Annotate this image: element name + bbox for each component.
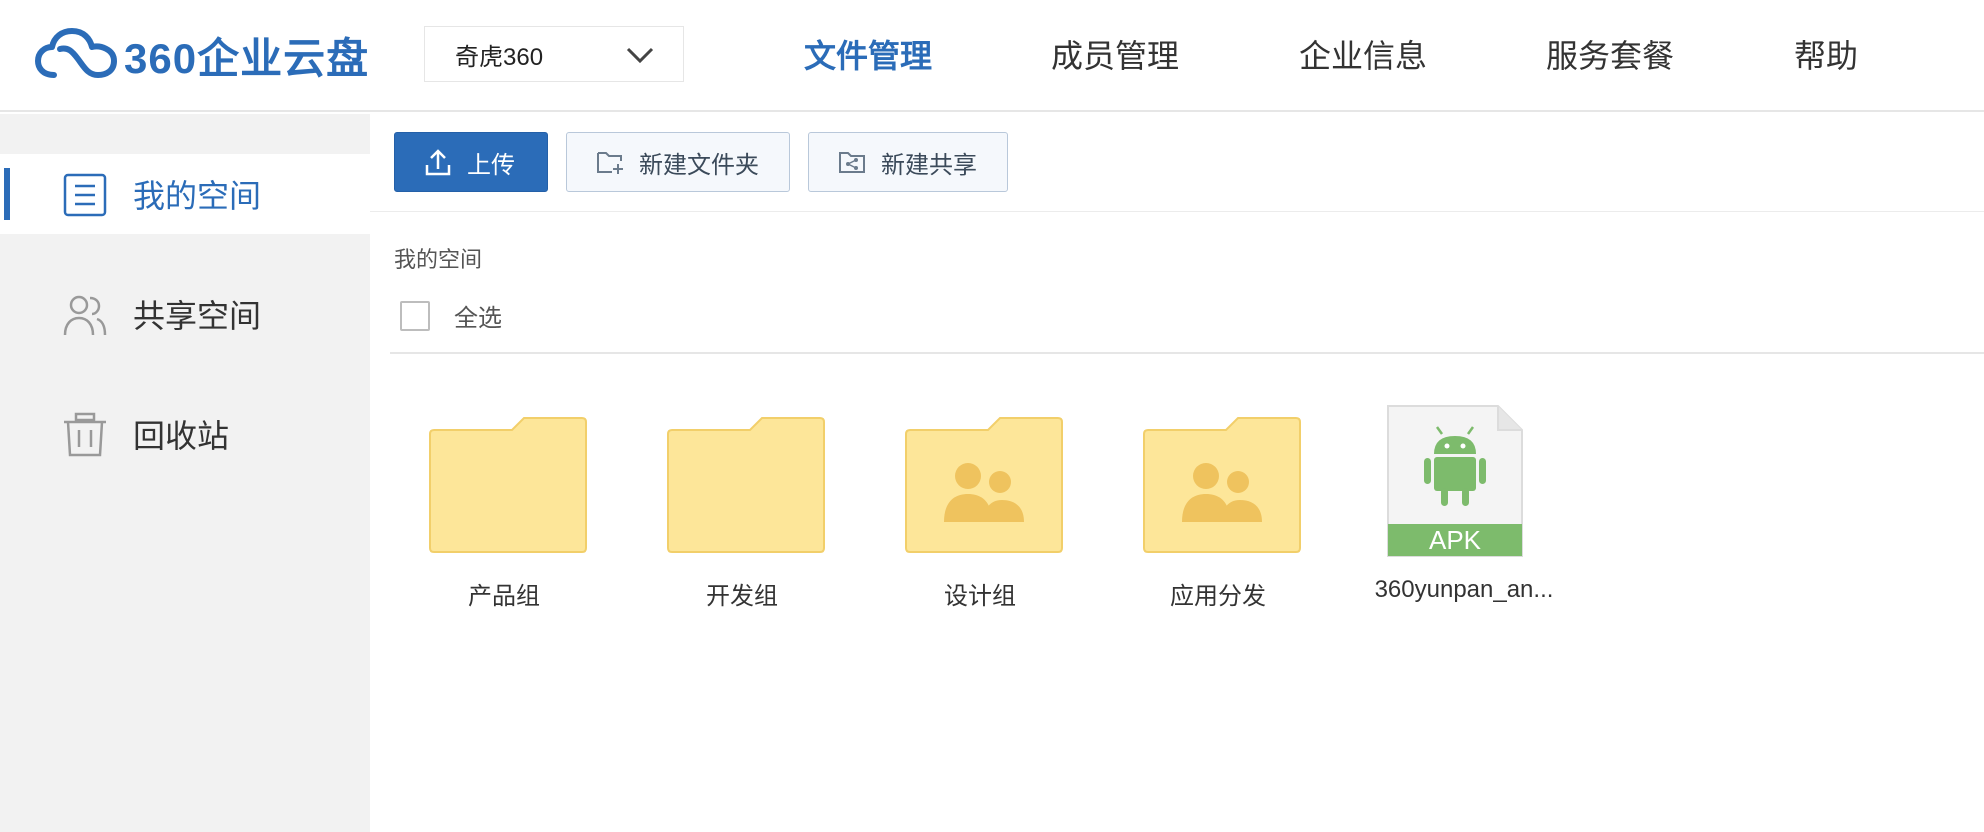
folder-icon bbox=[429, 417, 587, 553]
file-name: 设计组 bbox=[944, 583, 1016, 610]
share-folder-icon bbox=[839, 152, 865, 173]
trash-icon bbox=[64, 412, 106, 457]
upload-label: 上传 bbox=[467, 151, 515, 179]
sidebar-item-label: 回收站 bbox=[133, 418, 230, 454]
file-name: 360yunpan_an... bbox=[1374, 576, 1554, 603]
sidebar-item-label: 共享空间 bbox=[133, 298, 262, 334]
document-list-icon bbox=[63, 173, 107, 217]
logo[interactable]: 360企业云盘 bbox=[34, 22, 394, 88]
file-item-shared-folder[interactable]: 应用分发 bbox=[1118, 404, 1318, 614]
file-item-folder[interactable]: 开发组 bbox=[642, 404, 842, 614]
shared-folder-icon bbox=[905, 417, 1063, 553]
nav-service-plan[interactable]: 服务套餐 bbox=[1546, 0, 1674, 112]
apk-file-icon: APK bbox=[1387, 405, 1523, 557]
nav-file-management[interactable]: 文件管理 bbox=[804, 0, 932, 112]
breadcrumb[interactable]: 我的空间 bbox=[394, 242, 482, 274]
logo-text: 360企业云盘 bbox=[124, 34, 370, 82]
sidebar: 我的空间 共享空间 回收站 bbox=[0, 114, 370, 832]
shared-folder-icon bbox=[1143, 417, 1301, 553]
folder-icon bbox=[667, 417, 825, 553]
nav-help[interactable]: 帮助 bbox=[1794, 0, 1858, 112]
nav-member-management[interactable]: 成员管理 bbox=[1051, 0, 1179, 112]
file-item-shared-folder[interactable]: 设计组 bbox=[880, 404, 1080, 614]
file-name: 开发组 bbox=[706, 583, 778, 610]
upload-button[interactable]: 上传 bbox=[394, 132, 548, 192]
nav-company-info[interactable]: 企业信息 bbox=[1299, 0, 1427, 112]
new-share-button[interactable]: 新建共享 bbox=[808, 132, 1008, 192]
top-header: 360企业云盘 奇虎360 文件管理 成员管理 企业信息 服务套餐 帮助 bbox=[0, 0, 1984, 112]
select-all-checkbox[interactable] bbox=[400, 300, 430, 331]
file-name: 应用分发 bbox=[1170, 583, 1266, 610]
sidebar-item-my-space[interactable]: 我的空间 bbox=[0, 154, 370, 234]
sidebar-item-shared-space[interactable]: 共享空间 bbox=[0, 274, 370, 354]
org-select-value: 奇虎360 bbox=[455, 43, 544, 71]
select-all-label: 全选 bbox=[454, 305, 502, 332]
sidebar-item-label: 我的空间 bbox=[133, 178, 262, 214]
users-icon bbox=[63, 295, 107, 336]
toolbar: 上传 新建文件夹 新建共享 bbox=[370, 114, 1984, 212]
new-folder-label: 新建文件夹 bbox=[639, 151, 759, 179]
divider bbox=[390, 352, 1984, 354]
cloud-logo-icon bbox=[35, 28, 117, 78]
folder-add-icon bbox=[597, 152, 623, 174]
file-item-folder[interactable]: 产品组 bbox=[404, 404, 604, 614]
upload-icon bbox=[425, 149, 451, 176]
select-all[interactable]: 全选 bbox=[400, 298, 502, 333]
sidebar-item-recycle-bin[interactable]: 回收站 bbox=[0, 394, 370, 474]
file-item-apk[interactable]: APK 360yunpan_an... bbox=[1364, 404, 1564, 614]
chevron-down-icon bbox=[626, 47, 654, 64]
apk-badge: APK bbox=[1429, 525, 1482, 555]
new-share-label: 新建共享 bbox=[881, 151, 977, 179]
new-folder-button[interactable]: 新建文件夹 bbox=[566, 132, 790, 192]
file-name: 产品组 bbox=[468, 583, 540, 610]
org-select[interactable]: 奇虎360 bbox=[424, 26, 684, 82]
